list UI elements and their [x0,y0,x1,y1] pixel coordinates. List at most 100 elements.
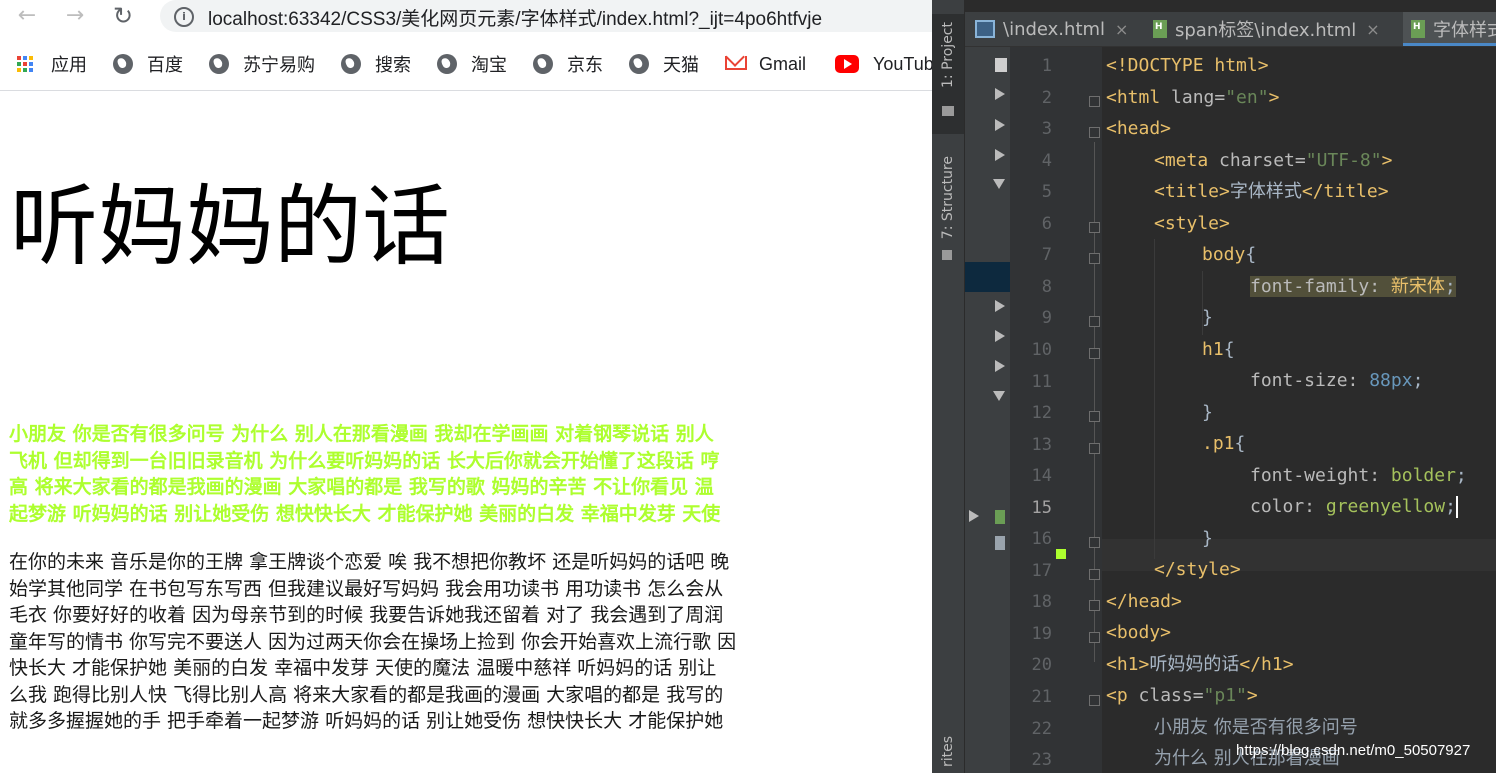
fold-marker-icon[interactable] [1089,600,1100,612]
fold-marker-icon[interactable] [1089,411,1100,423]
fold-marker-icon[interactable] [1089,568,1100,580]
fold-marker-icon[interactable] [1089,316,1100,328]
bookmark-label: 京东 [567,55,603,75]
fold-marker-icon[interactable] [1089,347,1100,359]
gmail-icon [725,56,747,72]
fold-marker-icon[interactable] [1089,95,1100,107]
collapse-arrow-icon[interactable] [993,391,1005,401]
code-line: <title>字体样式</title> [1154,181,1389,202]
close-icon[interactable]: × [1115,20,1128,39]
code-line: .p1{ [1202,433,1246,454]
bookmark-jd[interactable]: 京东 [533,52,603,76]
code-line: <h1>听妈妈的话</h1> [1106,654,1294,675]
code-line: font-family: 新宋体; [1250,276,1456,297]
code-line: h1{ [1202,339,1235,360]
code-line: <meta charset="UTF-8"> [1154,150,1393,171]
fold-guide [1094,142,1095,662]
editor-tab-label: span标签\index.html [1175,20,1357,41]
line-number: 19 [1031,623,1052,644]
bookmark-gmail[interactable]: Gmail [725,52,806,76]
fold-marker-icon[interactable] [1089,695,1100,706]
bookmark-label: 搜索 [375,55,411,75]
tab-structure-label: 7: Structure [940,156,956,240]
expand-arrow-icon[interactable] [995,119,1005,131]
bookmark-search[interactable]: 搜索 [341,52,411,76]
youtube-icon [835,55,859,73]
change-marker [1056,549,1066,559]
globe-icon [113,54,133,74]
code-line-current: color: greenyellow; [1250,496,1458,518]
page-heading: 听妈妈的话 [10,175,451,278]
fold-marker-icon[interactable] [1089,221,1100,233]
expand-arrow-icon[interactable] [995,360,1005,372]
reload-button[interactable]: ↻ [108,2,138,30]
file-icon [995,58,1007,72]
line-number: 23 [1031,750,1052,771]
expand-arrow-icon[interactable] [995,88,1005,100]
paragraph-p1: 小朋友 你是否有很多问号 为什么 别人在那看漫画 我却在学画画 对着钢琴说话 别… [9,421,720,527]
tab-favorites[interactable]: rites [932,730,964,773]
editor-tab[interactable]: span标签\index.html × [1153,12,1380,46]
line-number: 20 [1031,655,1052,676]
editor-tab-active[interactable]: 字体样式 [1403,12,1496,46]
code-line: <html lang="en"> [1106,87,1280,108]
collapse-arrow-icon[interactable] [993,179,1005,189]
paragraph-line: 毛衣 你要好好的收着 因为母亲节到的时候 我要告诉她我还留着 对了 我会遇到了周… [9,604,724,626]
fold-marker-icon[interactable] [1089,631,1100,643]
browser-toolbar: ← → ↻ i localhost:63342/CSS3/美化网页元素/字体样式… [0,0,932,34]
project-selection [965,262,1010,292]
tab-structure[interactable]: 7: Structure [932,150,964,270]
ide-window: 1: Project 7: Structure rites \index.htm… [932,0,1496,773]
text-caret [1455,496,1458,518]
globe-icon [341,54,361,74]
bookmark-suning[interactable]: 苏宁易购 [209,52,315,76]
bookmark-youtube[interactable]: YouTube [835,52,932,76]
globe-icon [629,54,649,74]
browser-window: ← → ↻ i localhost:63342/CSS3/美化网页元素/字体样式… [0,0,932,773]
paragraph-line: 高 将来大家看的都是我画的漫画 大家唱的都是 我写的歌 妈妈的辛苦 不让你看见 … [9,476,714,498]
fold-marker-icon[interactable] [1089,442,1100,454]
bookmark-baidu[interactable]: 百度 [113,52,183,76]
address-bar[interactable]: i localhost:63342/CSS3/美化网页元素/字体样式/index… [160,0,932,32]
code-line: 小朋友 你是否有很多问号 [1154,717,1358,738]
line-number: 2 [1041,87,1052,108]
fold-marker-icon[interactable] [1089,537,1100,549]
line-number: 8 [1041,276,1052,297]
code-line: font-size: 88px; [1250,370,1424,391]
editor-tabs: \index.html × span标签\index.html × 字体样式 [965,12,1496,47]
bookmark-apps[interactable]: 应用 [17,52,87,76]
line-number: 13 [1031,434,1052,455]
code-line: <style> [1154,213,1230,234]
tab-project[interactable]: 1: Project [932,14,964,134]
code-line: } [1202,528,1213,549]
indent-guide [1154,239,1155,559]
fold-marker-icon[interactable] [1089,127,1100,139]
paragraph-line: 小朋友 你是否有很多问号 为什么 别人在那看漫画 我却在学画画 对着钢琴说话 别… [9,423,714,445]
close-icon[interactable]: × [1366,20,1379,39]
code-editor[interactable]: <!DOCTYPE html> <html lang="en"> <head> … [1102,47,1496,773]
paragraph-line: 快长大 才能保护她 美丽的白发 幸福中发芽 天使的魔法 温暖中慈祥 听妈妈的话 … [9,657,717,679]
url-text[interactable]: localhost:63342/CSS3/美化网页元素/字体样式/index.h… [208,4,822,31]
editor-tab[interactable]: \index.html × [975,12,1128,46]
watermark: https://blog.csdn.net/m0_50507927 [1236,742,1471,759]
structure-icon [942,250,952,260]
back-button[interactable]: ← [12,2,42,30]
bookmark-tmall[interactable]: 天猫 [629,52,699,76]
line-number: 21 [1031,687,1052,707]
bookmark-taobao[interactable]: 淘宝 [437,52,507,76]
globe-icon [209,54,229,74]
tab-project-label: 1: Project [940,22,956,88]
code-line: } [1202,402,1213,423]
line-number: 3 [1041,119,1052,140]
info-icon[interactable]: i [174,7,194,27]
library-icon [995,510,1005,524]
tab-favorites-label: rites [940,736,956,768]
line-number: 10 [1031,339,1052,360]
fold-marker-icon[interactable] [1089,253,1100,265]
expand-arrow-icon[interactable] [995,330,1005,342]
expand-arrow-icon[interactable] [995,149,1005,161]
line-number: 11 [1031,371,1052,392]
expand-arrow-icon[interactable] [969,510,979,522]
expand-arrow-icon[interactable] [995,300,1005,312]
forward-button[interactable]: → [60,2,90,30]
